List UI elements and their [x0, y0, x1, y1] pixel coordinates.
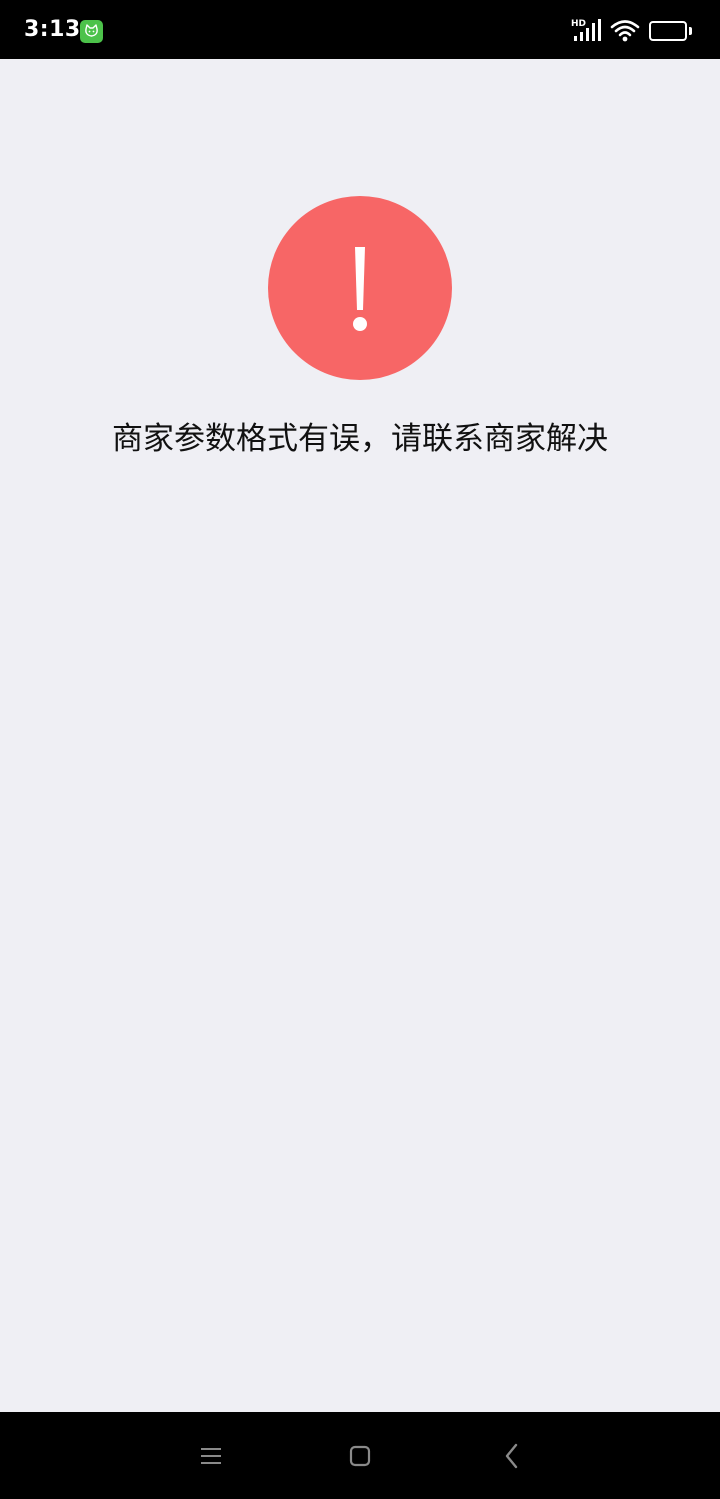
battery-level: 100	[654, 23, 682, 38]
signal-icon: HD	[570, 18, 602, 46]
status-bar: 3:13 HD 100	[0, 0, 720, 59]
back-icon[interactable]	[502, 1443, 522, 1473]
app-notification-icon	[80, 20, 103, 43]
error-page: 商家参数格式有误，请联系商家解决	[0, 59, 720, 1412]
battery-icon: 100	[649, 21, 692, 41]
wifi-icon	[610, 19, 640, 47]
navigation-bar	[0, 1412, 720, 1499]
status-time: 3:13	[24, 17, 81, 42]
error-message: 商家参数格式有误，请联系商家解决	[112, 421, 608, 457]
exclamation-icon	[268, 196, 452, 380]
network-type-label: HD	[571, 19, 586, 29]
menu-icon[interactable]	[199, 1445, 223, 1471]
home-icon[interactable]	[348, 1444, 372, 1472]
